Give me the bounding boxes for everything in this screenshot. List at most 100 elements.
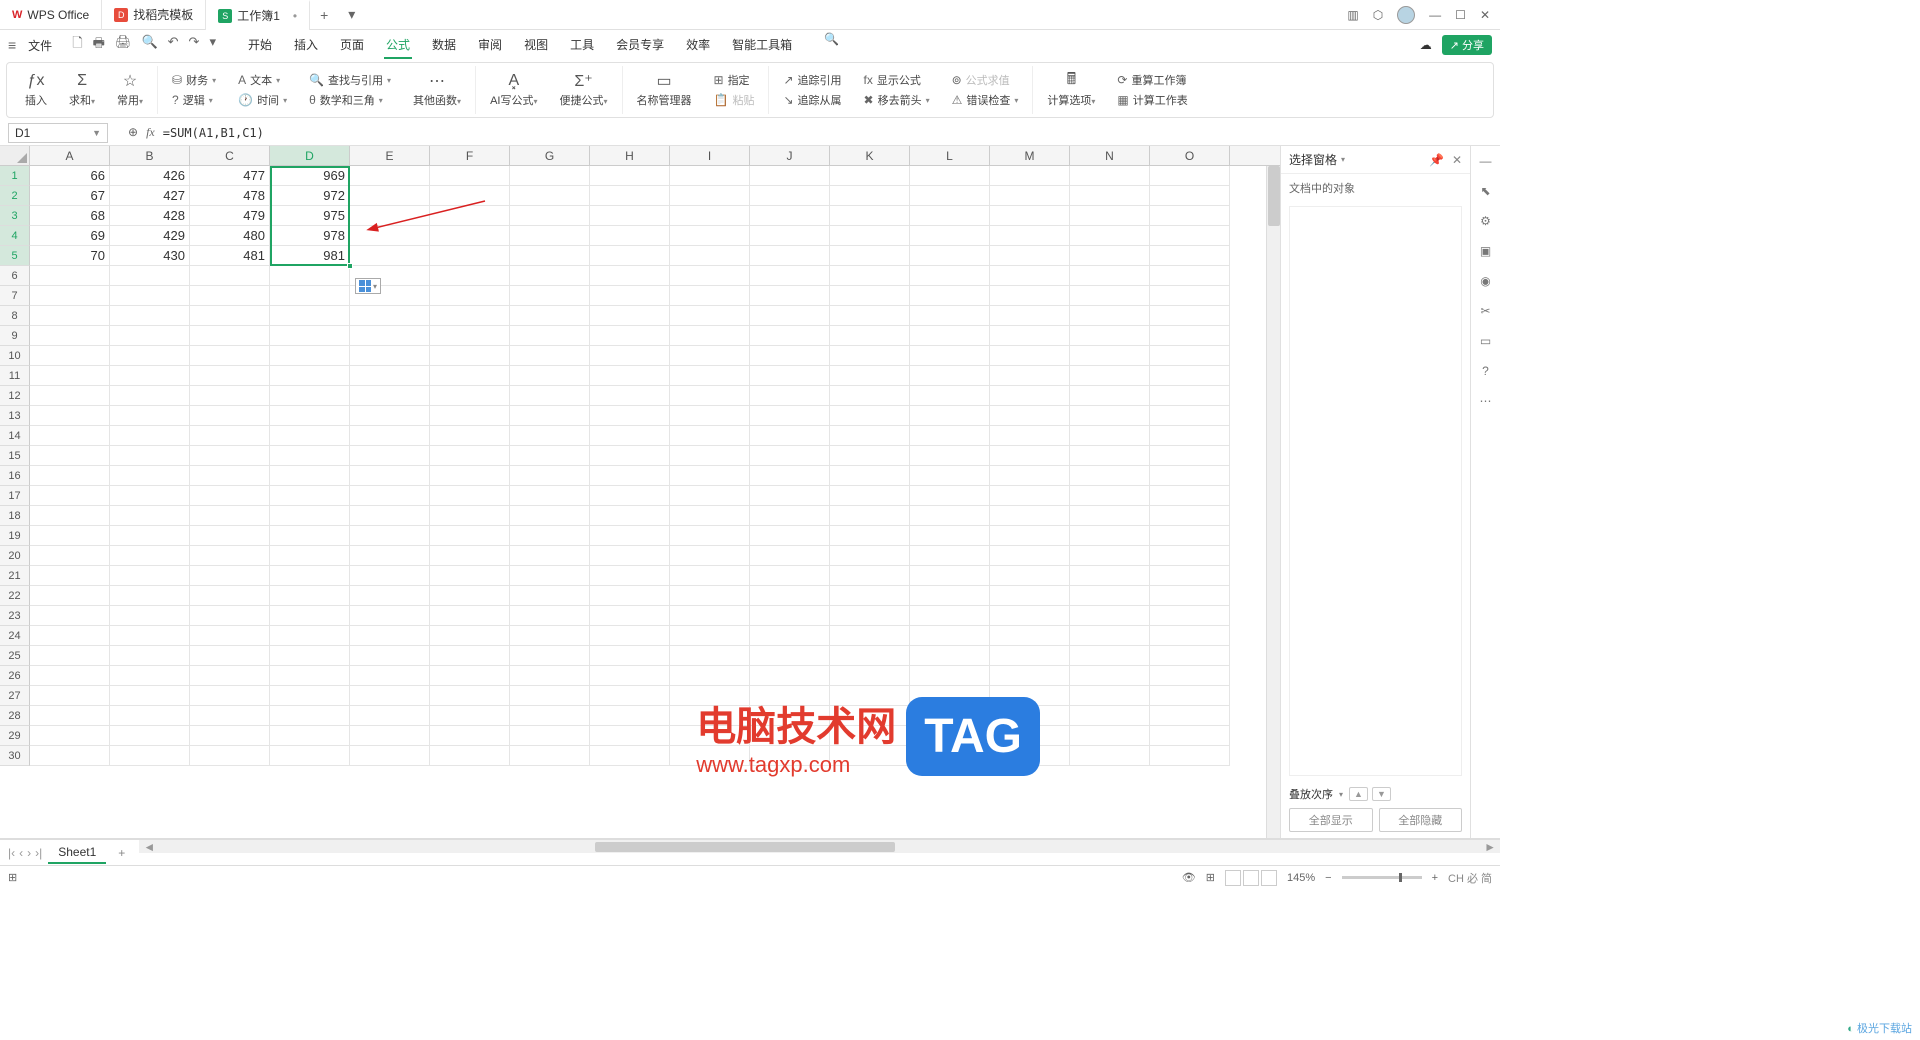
cell-E5[interactable] [350,246,430,266]
cell-C17[interactable] [190,486,270,506]
normal-view-button[interactable] [1225,870,1241,886]
cell-L2[interactable] [910,186,990,206]
cell-C13[interactable] [190,406,270,426]
tab-tools[interactable]: 工具 [568,32,596,59]
cell-G15[interactable] [510,446,590,466]
cell-G8[interactable] [510,306,590,326]
cell-J10[interactable] [750,346,830,366]
cell-I17[interactable] [670,486,750,506]
cell-J22[interactable] [750,586,830,606]
cell-O10[interactable] [1150,346,1230,366]
quick-formula-button[interactable]: Σ⁺便捷公式▾ [553,72,613,108]
cell-N8[interactable] [1070,306,1150,326]
vertical-scrollbar[interactable] [1266,166,1280,838]
cell-N13[interactable] [1070,406,1150,426]
cell-K2[interactable] [830,186,910,206]
cell-E25[interactable] [350,646,430,666]
cell-N25[interactable] [1070,646,1150,666]
cell-B3[interactable]: 428 [110,206,190,226]
cell-I28[interactable] [670,706,750,726]
cell-H5[interactable] [590,246,670,266]
row-header-18[interactable]: 18 [0,506,30,526]
cell-O7[interactable] [1150,286,1230,306]
cell-C24[interactable] [190,626,270,646]
cell-L9[interactable] [910,326,990,346]
cell-E4[interactable] [350,226,430,246]
cell-M20[interactable] [990,546,1070,566]
cell-J29[interactable] [750,726,830,746]
cell-B22[interactable] [110,586,190,606]
cell-L28[interactable] [910,706,990,726]
print-icon[interactable]: 🖨 [115,34,132,56]
tab-menu-button[interactable]: ▾ [338,6,365,23]
cell-L30[interactable] [910,746,990,766]
cell-O30[interactable] [1150,746,1230,766]
tab-review[interactable]: 审阅 [476,32,504,59]
cell-L10[interactable] [910,346,990,366]
cell-N12[interactable] [1070,386,1150,406]
cell-I10[interactable] [670,346,750,366]
cell-B8[interactable] [110,306,190,326]
cell-E9[interactable] [350,326,430,346]
cell-F27[interactable] [430,686,510,706]
cell-G23[interactable] [510,606,590,626]
move-down-button[interactable]: ▼ [1372,787,1391,801]
error-check-button[interactable]: ⚠错误检查▾ [952,92,1019,108]
cell-H6[interactable] [590,266,670,286]
cell-O27[interactable] [1150,686,1230,706]
cell-B20[interactable] [110,546,190,566]
cell-J6[interactable] [750,266,830,286]
cell-L23[interactable] [910,606,990,626]
cell-F15[interactable] [430,446,510,466]
cell-F9[interactable] [430,326,510,346]
cell-I9[interactable] [670,326,750,346]
cell-H4[interactable] [590,226,670,246]
cell-M29[interactable] [990,726,1070,746]
fill-handle[interactable] [347,263,353,269]
cell-M13[interactable] [990,406,1070,426]
cell-L11[interactable] [910,366,990,386]
row-header-4[interactable]: 4 [0,226,30,246]
cell-M22[interactable] [990,586,1070,606]
cell-G17[interactable] [510,486,590,506]
cell-F26[interactable] [430,666,510,686]
cell-J8[interactable] [750,306,830,326]
calc-sheet-button[interactable]: ▦计算工作表 [1117,92,1187,108]
tab-data[interactable]: 数据 [430,32,458,59]
cell-D2[interactable]: 972 [270,186,350,206]
cell-M21[interactable] [990,566,1070,586]
cell-K13[interactable] [830,406,910,426]
cell-L7[interactable] [910,286,990,306]
cell-A11[interactable] [30,366,110,386]
cell-B27[interactable] [110,686,190,706]
cell-I14[interactable] [670,426,750,446]
formula-eval-button[interactable]: ⊚公式求值 [952,72,1019,88]
cell-E28[interactable] [350,706,430,726]
cell-N5[interactable] [1070,246,1150,266]
cell-D9[interactable] [270,326,350,346]
trace-icon[interactable]: ⊕ [128,125,138,140]
cell-K19[interactable] [830,526,910,546]
cell-I11[interactable] [670,366,750,386]
cell-G20[interactable] [510,546,590,566]
cell-E29[interactable] [350,726,430,746]
cell-L21[interactable] [910,566,990,586]
cell-K1[interactable] [830,166,910,186]
cell-N17[interactable] [1070,486,1150,506]
cell-B12[interactable] [110,386,190,406]
cell-B1[interactable]: 426 [110,166,190,186]
cell-H27[interactable] [590,686,670,706]
cell-O23[interactable] [1150,606,1230,626]
math-button[interactable]: θ数学和三角▾ [309,92,391,108]
cell-A23[interactable] [30,606,110,626]
cell-C10[interactable] [190,346,270,366]
collapse-icon[interactable]: — [1480,154,1492,168]
cell-E23[interactable] [350,606,430,626]
cell-H17[interactable] [590,486,670,506]
cell-B16[interactable] [110,466,190,486]
cell-H14[interactable] [590,426,670,446]
name-manager-button[interactable]: ▭名称管理器 [631,72,698,108]
cell-K3[interactable] [830,206,910,226]
cell-C11[interactable] [190,366,270,386]
cell-I19[interactable] [670,526,750,546]
